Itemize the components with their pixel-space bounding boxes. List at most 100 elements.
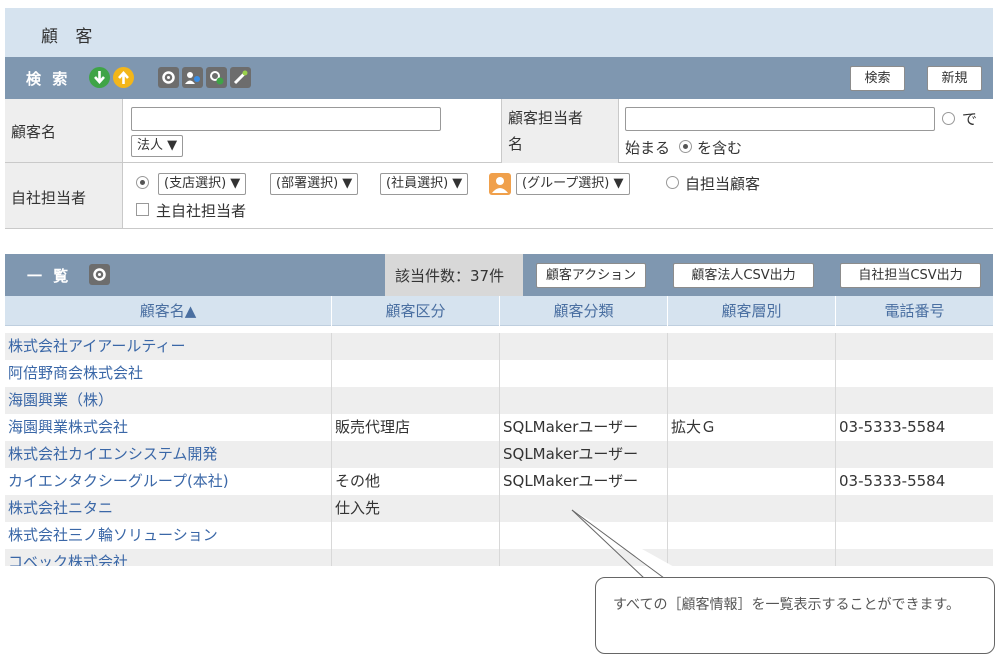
result-count: 該当件数：37件 <box>395 267 505 285</box>
customer-rep-label-cell: 顧客担当者 名 <box>501 99 619 163</box>
company-rep-label: 自社担当者 <box>11 189 87 207</box>
table-cell: 仕入先 <box>332 495 500 522</box>
col-customer-tier[interactable]: 顧客層別 <box>668 296 836 326</box>
table-cell <box>332 387 500 414</box>
match-starts-radio[interactable] <box>942 112 955 125</box>
cog-refresh-icon[interactable] <box>206 67 227 88</box>
self-customer-label: 自担当顧客 <box>685 175 761 193</box>
callout-text: すべての［顧客情報］を一覧表示することができます。 <box>613 597 961 613</box>
table-cell <box>332 333 500 360</box>
customer-table: 顧客名▲ 顧客区分 顧客分類 顧客層別 電話番号 株式会社アイアールティー 阿倍野… <box>5 296 993 566</box>
table-cell <box>500 333 668 360</box>
customer-name-link[interactable]: 株式会社カイエンシステム開発 <box>5 441 332 468</box>
col-customer-type[interactable]: 顧客区分 <box>332 296 500 326</box>
table-row[interactable]: 海園興業（株） <box>5 387 993 414</box>
employee-select[interactable]: (社員選択) ▼ <box>380 173 469 195</box>
table-cell <box>668 333 836 360</box>
search-button[interactable]: 検索 <box>850 66 905 91</box>
match-contains-radio[interactable] <box>679 140 692 153</box>
table-row[interactable]: 株式会社アイアールティー <box>5 333 993 360</box>
person-icon[interactable] <box>489 173 511 195</box>
table-cell: SQLMakerユーザー <box>500 441 668 468</box>
table-row[interactable]: カイエンタクシーグループ(本社) その他 SQLMakerユーザー 03-5333-5… <box>5 468 993 495</box>
table-cell <box>668 468 836 495</box>
table-cell <box>332 360 500 387</box>
table-cell: SQLMakerユーザー <box>500 468 668 495</box>
company-rep-label-cell: 自社担当者 <box>5 163 123 228</box>
table-cell <box>332 549 500 566</box>
table-cell <box>836 441 993 468</box>
customer-name-link[interactable]: 海園興業（株） <box>5 387 332 414</box>
table-cell <box>668 387 836 414</box>
table-cell: 03-5333-5584 <box>839 472 946 490</box>
table-cell <box>836 495 993 522</box>
group-select[interactable]: (グループ選択) ▼ <box>516 173 630 195</box>
table-cell: 03-5333-5584 <box>839 418 946 436</box>
list-header: 一 覧 該当件数：37件 顧客アクション 顧客法人CSV出力 自社担当CSV出力 <box>5 254 993 296</box>
count-box: 該当件数：37件 <box>385 254 523 296</box>
form-row-customer: 顧客名 法人 ▼ 顧客担当者 名 で 始まる を含む <box>5 99 993 163</box>
match-de-text: で <box>962 110 978 128</box>
table-cell: 拡大Ｇ <box>668 414 836 441</box>
corp-select[interactable]: 法人 ▼ <box>131 135 184 157</box>
match-contains-label: を含む <box>697 139 743 157</box>
table-row[interactable]: 海園興業株式会社 販売代理店 SQLMakerユーザー 拡大Ｇ 03-5333-5584 <box>5 414 993 441</box>
customer-rep-label-2: 名 <box>508 135 524 153</box>
new-button[interactable]: 新規 <box>927 66 982 91</box>
table-cell <box>668 360 836 387</box>
table-header: 顧客名▲ 顧客区分 顧客分類 顧客層別 電話番号 <box>5 296 993 326</box>
search-header: 検 索 検索 新規 <box>5 57 993 99</box>
table-cell: SQLMakerユーザー <box>500 414 668 441</box>
customer-name-input[interactable] <box>131 107 441 131</box>
match-starts-label: 始まる <box>625 139 671 157</box>
page-title: 顧 客 <box>41 27 99 47</box>
customer-name-link[interactable]: 株式会社ニタニ <box>5 495 332 522</box>
table-cell <box>500 360 668 387</box>
arrow-down-green-icon[interactable] <box>89 67 110 88</box>
person-settings-icon[interactable] <box>182 67 203 88</box>
table-cell <box>332 441 500 468</box>
table-row[interactable]: 株式会社カイエンシステム開発 SQLMakerユーザー <box>5 441 993 468</box>
arrow-up-yellow-icon[interactable] <box>113 67 134 88</box>
tools-icon[interactable] <box>230 67 251 88</box>
table-row[interactable]: コベック株式会社 <box>5 549 993 566</box>
search-label: 検 索 <box>26 70 71 88</box>
table-cell <box>668 441 836 468</box>
col-customer-name[interactable]: 顧客名▲ <box>5 296 332 326</box>
customer-name-link[interactable]: 海園興業株式会社 <box>5 414 332 441</box>
page-title-bar: 顧 客 <box>5 8 993 57</box>
customer-name-link[interactable]: 株式会社三ノ輪ソリューション <box>5 522 332 549</box>
table-row[interactable]: 阿倍野商会株式会社 <box>5 360 993 387</box>
form-row-company-rep: 自社担当者 (支店選択) ▼ (部署選択) ▼ (社員選択) ▼ (グループ選択… <box>5 163 993 229</box>
table-cell: 販売代理店 <box>332 414 500 441</box>
branch-select[interactable]: (支店選択) ▼ <box>158 173 247 195</box>
customer-name-link[interactable]: カイエンタクシーグループ(本社) <box>5 468 332 495</box>
list-label: 一 覧 <box>27 267 72 285</box>
table-cell <box>836 387 993 414</box>
main-rep-checkbox[interactable] <box>136 203 149 216</box>
rep-select-radio[interactable] <box>136 176 149 189</box>
customer-name-link[interactable]: コベック株式会社 <box>5 549 332 566</box>
gear-icon[interactable] <box>158 67 179 88</box>
dept-select[interactable]: (部署選択) ▼ <box>270 173 359 195</box>
table-cell <box>500 387 668 414</box>
col-phone[interactable]: 電話番号 <box>836 296 993 326</box>
table-cell: その他 <box>332 468 500 495</box>
table-row[interactable]: 株式会社ニタニ 仕入先 <box>5 495 993 522</box>
callout-pointer <box>571 509 694 579</box>
table-row[interactable]: 株式会社三ノ輪ソリューション <box>5 522 993 549</box>
col-customer-category[interactable]: 顧客分類 <box>500 296 668 326</box>
self-customer-radio[interactable] <box>666 176 679 189</box>
main-rep-label: 主自社担当者 <box>156 202 247 220</box>
customer-action-button[interactable]: 顧客アクション <box>536 263 646 288</box>
customer-rep-label-1: 顧客担当者 <box>508 109 584 127</box>
corp-csv-button[interactable]: 顧客法人CSV出力 <box>673 263 814 288</box>
customer-rep-input[interactable] <box>625 107 935 131</box>
customer-name-label-cell: 顧客名 <box>5 99 123 162</box>
table-cell <box>836 522 993 549</box>
callout-tooltip: すべての［顧客情報］を一覧表示することができます。 <box>595 577 995 654</box>
rep-csv-button[interactable]: 自社担当CSV出力 <box>840 263 981 288</box>
customer-name-link[interactable]: 株式会社アイアールティー <box>5 333 332 360</box>
gear-icon[interactable] <box>89 264 110 285</box>
customer-name-link[interactable]: 阿倍野商会株式会社 <box>5 360 332 387</box>
